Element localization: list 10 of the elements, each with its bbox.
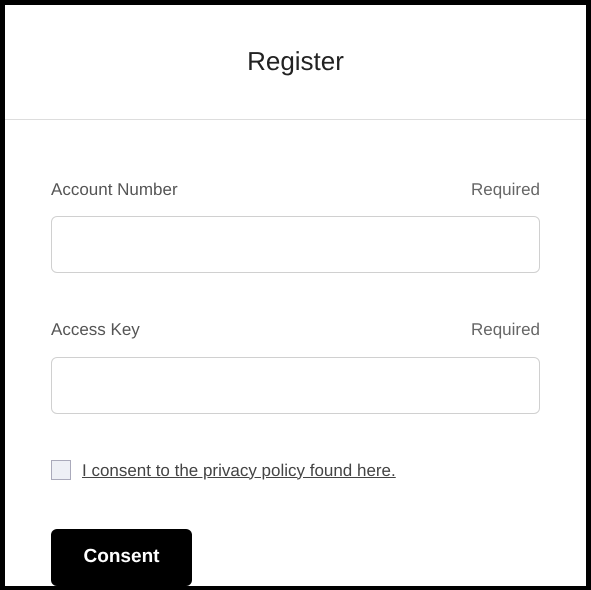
privacy-policy-link[interactable]: I consent to the privacy policy found here. [82,458,396,483]
consent-button[interactable]: Consent [51,529,192,586]
required-note: Required [471,178,540,200]
field-label: Access Key [51,319,140,341]
dialog-title: Register [247,45,344,78]
required-note: Required [471,319,540,341]
consent-checkbox[interactable] [51,460,71,480]
field-label: Account Number [51,178,178,200]
input-field[interactable] [51,356,540,414]
input-field[interactable] [51,216,540,273]
